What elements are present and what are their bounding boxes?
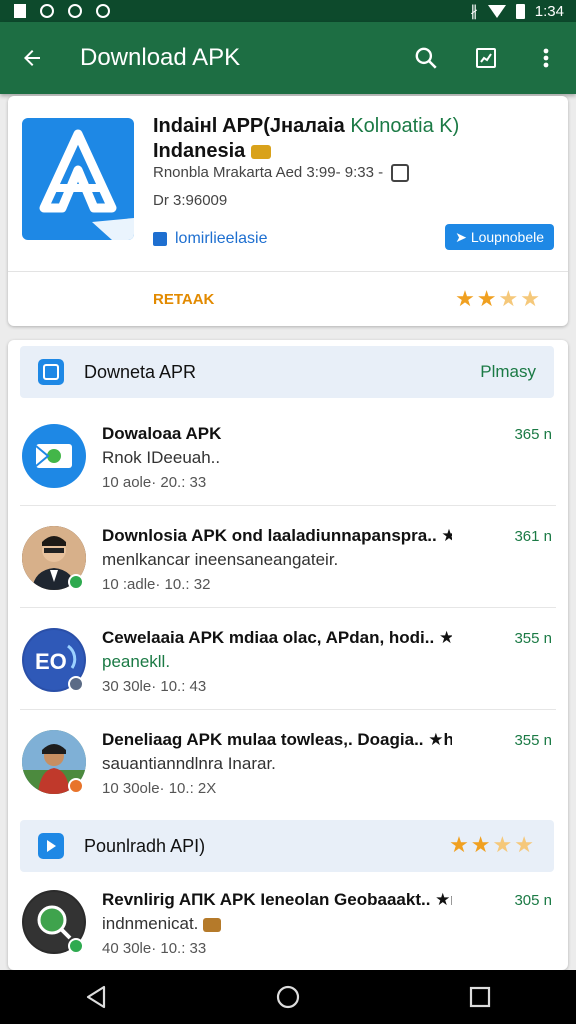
play-icon: ➤ (455, 228, 467, 245)
chart-icon (476, 48, 496, 68)
list-item[interactable]: Downlosia APK ond laaladiunnapanspra.. ★… (8, 508, 568, 608)
play-store-icon (38, 833, 64, 859)
sync-notification-icon (68, 4, 82, 18)
bluetooth-icon: ∦ (470, 3, 478, 20)
image-notification-icon (14, 4, 26, 18)
home-circle-icon (276, 985, 300, 1009)
chart-button[interactable] (456, 22, 516, 94)
battery-icon (515, 3, 525, 19)
back-button[interactable] (0, 22, 64, 94)
wifi-icon (487, 4, 506, 18)
star-icon: ★ (449, 832, 471, 857)
download-link[interactable]: lomirlieelasie (153, 230, 267, 248)
divider (20, 505, 556, 506)
search-icon (415, 47, 437, 69)
app-meta: Rnonbla Mrakarta Aed 3:99- 9:33 - (153, 164, 410, 183)
status-badge-icon (68, 676, 84, 692)
thumbs-up-icon (153, 232, 167, 246)
search-button[interactable] (396, 22, 456, 94)
divider (8, 271, 568, 272)
app-bar: Download APK (0, 22, 576, 94)
star-icon: ★ (455, 286, 477, 311)
status-bar: ∦ 1:34 (0, 0, 576, 22)
recents-square-icon (469, 986, 491, 1008)
download-list-card: Downeta APR Plmasy Dowaloaa APK Rnok IDe… (8, 340, 568, 970)
message-icon (35, 444, 72, 468)
app-title: Indaінl APP(Jналaia Kolnoatia K) Indanes… (153, 115, 460, 162)
star-icon: ★ (476, 286, 499, 311)
status-badge-icon (68, 778, 84, 794)
avatar (22, 424, 86, 488)
app-size: Dr 3:96009 (153, 192, 228, 209)
more-vert-icon (543, 48, 549, 68)
nav-back-button[interactable] (66, 970, 126, 1024)
install-button[interactable]: ➤ Loupnobele (445, 224, 554, 250)
basket-icon (203, 917, 222, 932)
play-triangle-icon (47, 840, 56, 852)
overflow-menu-button[interactable] (516, 22, 576, 94)
clock: 1:34 (534, 2, 564, 20)
nav-recents-button[interactable] (450, 970, 510, 1024)
divider (20, 607, 556, 608)
verified-badge-icon (68, 574, 84, 590)
pause-icon (391, 164, 410, 183)
system-nav-bar (0, 970, 576, 1024)
rate-label[interactable]: RETAAK (153, 291, 214, 308)
section-header[interactable]: Downeta APR Plmasy (20, 346, 554, 398)
arrow-back-icon (24, 50, 40, 66)
verified-badge-icon (68, 938, 84, 954)
record-notification-icon (40, 4, 54, 18)
list-item[interactable]: Dowaloaa APK Rnok IDeeuah.. 10 aole· 20.… (8, 406, 568, 506)
star-icon: ★ (514, 832, 536, 857)
page-title: Download APK (80, 44, 241, 71)
row-subtitle: indnmenicat. (102, 914, 452, 934)
star-icon: ★ (520, 286, 542, 311)
app-detail-card: Indaінl APP(Jналaia Kolnoatia K) Indanes… (8, 96, 568, 326)
section-header[interactable]: Pounlradh API) ★★★★ (20, 820, 554, 872)
app-logo-icon (39, 129, 134, 240)
gift-icon (250, 144, 271, 159)
list-item[interactable]: Deneliaag APK mulaa towleas,. Doagia.. ★… (8, 712, 568, 812)
back-triangle-icon (86, 985, 106, 1009)
star-icon: ★ (470, 832, 493, 857)
section-icon (38, 359, 64, 385)
nav-home-button[interactable] (258, 970, 318, 1024)
download-notification-icon (96, 4, 110, 18)
divider (20, 709, 556, 710)
list-item[interactable]: EO Cewelaaia APK mdiaa olac, APdan, hodi… (8, 610, 568, 710)
rating-stars[interactable]: ★★★★ (449, 832, 536, 858)
star-icon: ★ (492, 832, 515, 857)
app-logo (22, 118, 134, 240)
star-icon: ★ (498, 286, 521, 311)
list-item[interactable]: Revnlirig AΠK APK Ieneolan Geobaaakt.. ★… (8, 872, 568, 970)
rating-stars[interactable]: ★★★★ (455, 286, 542, 312)
svg-text:EO: EO (35, 649, 67, 674)
